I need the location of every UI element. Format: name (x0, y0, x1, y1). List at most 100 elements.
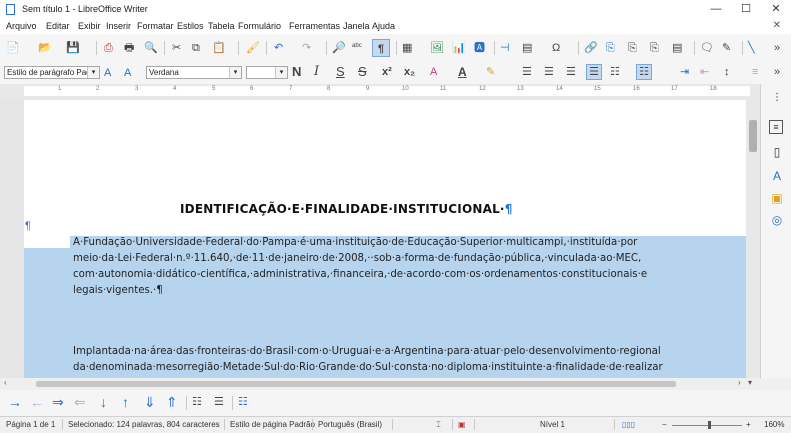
no-list-icon[interactable]: ☰ (214, 395, 224, 409)
line-spacing-icon[interactable]: ↕ (724, 65, 730, 79)
italic-icon[interactable]: I (314, 65, 319, 79)
document-modified-icon[interactable]: ▣ (458, 420, 466, 429)
copy-icon[interactable]: ⧉ (192, 41, 200, 55)
toolbar-overflow-icon[interactable]: » (774, 65, 780, 79)
arrow-up-icon[interactable]: ↑ (122, 395, 129, 409)
menu-editar[interactable]: Editar (46, 21, 70, 31)
insert-image-icon[interactable]: 🖼 (430, 41, 444, 55)
bookmark-icon[interactable]: ⎘ (650, 41, 659, 55)
export-pdf-icon[interactable]: ⎙ (104, 41, 113, 55)
arrow-left-double-icon[interactable]: ⇐ (74, 395, 86, 409)
endnote-icon[interactable]: ⎘ (628, 41, 637, 55)
print-preview-icon[interactable]: 🔍 (144, 41, 158, 55)
zoom-out-icon[interactable]: − (662, 420, 667, 429)
font-size-combo[interactable]: ▾ (246, 66, 288, 79)
insert-mode-icon[interactable]: ⌶ (436, 420, 441, 430)
horizontal-ruler[interactable]: 1 2 3 4 5 6 7 8 9 10 11 12 13 14 15 16 1… (0, 84, 760, 99)
menu-formatar[interactable]: Formatar (137, 21, 174, 31)
body-line[interactable]: Implantada·na·área·das·fronteiras·do·Bra… (73, 346, 661, 357)
horizontal-scrollbar[interactable]: ‹ › ▾ (0, 378, 760, 390)
font-color-icon[interactable]: A (458, 65, 467, 79)
gallery-icon[interactable]: ▣ (769, 190, 785, 206)
underline-icon[interactable]: S (336, 65, 345, 79)
body-line[interactable]: da·denominada·mesorregião·Metade·Sul·do·… (73, 362, 663, 373)
arrow-right-double-icon[interactable]: ⇒ (52, 395, 64, 409)
word-count[interactable]: Selecionado: 124 palavras, 804 caractere… (68, 420, 220, 429)
insert-chart-icon[interactable]: 📊 (452, 41, 466, 55)
document-heading[interactable]: IDENTIFICAÇÃO·E·FINALIDADE·INSTITUCIONAL… (180, 202, 513, 216)
save-icon[interactable]: 💾 (66, 41, 80, 55)
language[interactable]: Português (Brasil) (318, 420, 382, 429)
arrow-left-icon[interactable]: ← (30, 395, 44, 409)
print-icon[interactable]: 🖶 (124, 41, 134, 55)
align-right-icon[interactable]: ☰ (566, 65, 576, 79)
new-style-icon[interactable]: A (124, 66, 131, 80)
cut-icon[interactable]: ✂ (172, 41, 181, 55)
paragraph-style-combo[interactable]: Estilo de parágrafo Padrão ▾ (4, 66, 100, 79)
body-line[interactable]: com·autonomia·didático-científica,·admin… (73, 269, 647, 280)
menu-estilos[interactable]: Estilos (177, 21, 204, 31)
sidebar-menu-icon[interactable]: ⋮ (769, 90, 785, 106)
menu-ferramentas[interactable]: Ferramentas (289, 21, 340, 31)
properties-icon[interactable]: ≡ (769, 120, 783, 134)
menu-ajuda[interactable]: Ajuda (372, 21, 395, 31)
outline-icon[interactable]: ☷ (238, 395, 248, 409)
decrease-indent-icon[interactable]: ⇤ (700, 65, 709, 79)
numbering-on-icon[interactable]: ☷ (192, 395, 202, 409)
subscript-icon[interactable]: x₂ (404, 65, 415, 79)
spelling-icon[interactable]: ᵃᵇᶜ (352, 39, 362, 53)
styles-icon[interactable]: A (769, 168, 785, 184)
paragraph-spacing-icon[interactable]: ≡ (752, 65, 758, 79)
align-center-icon[interactable]: ☰ (544, 65, 554, 79)
page-break-icon[interactable]: ⊣ (500, 41, 510, 55)
scroll-right-icon[interactable]: › (738, 378, 741, 387)
arrow-down-icon[interactable]: ↓ (100, 395, 107, 409)
align-left-icon[interactable]: ☰ (522, 65, 532, 79)
bold-icon[interactable]: N (292, 65, 301, 79)
increase-indent-icon[interactable]: ⇥ (680, 65, 689, 79)
menu-exibir[interactable]: Exibir (78, 21, 101, 31)
arrow-up-double-icon[interactable]: ⇑ (166, 395, 178, 409)
chevron-down-icon[interactable]: ▾ (229, 67, 241, 78)
update-style-icon[interactable]: A (104, 66, 111, 80)
insert-table-icon[interactable]: ▦ (402, 41, 412, 55)
track-changes-icon[interactable]: ✎ (722, 41, 731, 55)
page-style[interactable]: Estilo de página Padrão (230, 420, 315, 429)
zoom-slider-handle[interactable] (708, 421, 711, 429)
clear-formatting-icon[interactable]: A (430, 65, 437, 79)
special-character-icon[interactable]: Ω (552, 41, 560, 55)
arrow-right-icon[interactable]: → (8, 395, 22, 409)
view-layout-icon[interactable]: ▯▯▯ (622, 420, 635, 429)
horizontal-scrollbar-thumb[interactable] (36, 381, 676, 387)
insert-line-icon[interactable]: ╲ (748, 41, 755, 55)
undo-icon[interactable]: ↶ (274, 41, 283, 55)
close-document-icon[interactable]: ✕ (773, 20, 781, 31)
formatting-marks-icon[interactable]: ¶ (372, 39, 390, 57)
close-button[interactable]: ✕ (761, 0, 791, 18)
menu-janela[interactable]: Janela (343, 21, 370, 31)
justify-icon[interactable]: ☰ (586, 64, 602, 80)
highlight-icon[interactable]: ✎ (486, 65, 495, 79)
redo-icon[interactable]: ↷ (302, 41, 311, 55)
new-document-icon[interactable]: 📄 (6, 41, 20, 55)
maximize-button[interactable]: ☐ (731, 0, 761, 18)
menu-formulario[interactable]: Formulário (238, 21, 281, 31)
page-icon[interactable]: ▯ (769, 144, 785, 160)
page-count[interactable]: Página 1 de 1 (6, 420, 55, 429)
minimize-button[interactable]: — (701, 0, 731, 18)
vertical-scrollbar-thumb[interactable] (749, 120, 757, 152)
insert-textbox-icon[interactable]: 🅰 (474, 41, 485, 55)
menu-inserir[interactable]: Inserir (106, 21, 131, 31)
zoom-slider[interactable] (672, 425, 742, 426)
arrow-down-double-icon[interactable]: ⇓ (144, 395, 156, 409)
numbering-icon[interactable]: ☷ (636, 64, 652, 80)
menu-tabela[interactable]: Tabela (208, 21, 235, 31)
scroll-left-icon[interactable]: ‹ (4, 378, 7, 387)
scroll-down-icon[interactable]: ▾ (748, 378, 752, 387)
menu-arquivo[interactable]: Arquivo (6, 21, 37, 31)
body-line[interactable]: A·Fundação·Universidade·Federal·do·Pampa… (73, 237, 637, 248)
clone-formatting-icon[interactable]: 🖌 (246, 41, 260, 55)
zoom-level[interactable]: 160% (764, 420, 784, 429)
vertical-scrollbar[interactable] (746, 98, 760, 378)
cross-reference-icon[interactable]: ▤ (672, 41, 682, 55)
